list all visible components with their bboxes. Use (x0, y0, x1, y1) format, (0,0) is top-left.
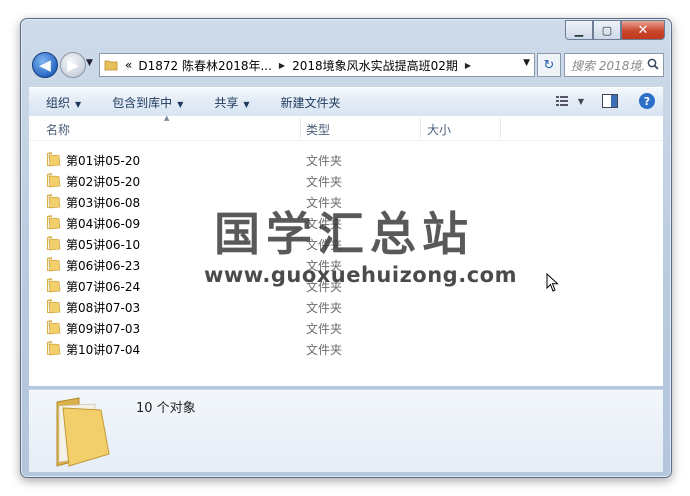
folder-icon (47, 173, 61, 188)
file-row[interactable]: 第06讲06-23 文件夹 (29, 254, 629, 275)
recent-locations-button[interactable]: ▼ (86, 58, 93, 68)
breadcrumb-separator-icon[interactable]: ▶ (461, 61, 475, 70)
column-headers: ▲ 名称 类型 大小 (29, 114, 663, 141)
breadcrumb-overflow[interactable]: « (122, 58, 135, 72)
help-button[interactable]: ? (639, 93, 655, 109)
preview-pane-icon[interactable] (599, 92, 621, 110)
folder-icon (47, 194, 61, 209)
chevron-down-icon: ▼ (75, 99, 82, 109)
file-row[interactable]: 第01讲05-20 文件夹 (29, 149, 629, 170)
file-type: 文件夹 (306, 301, 343, 315)
file-name: 第07讲06-24 (66, 280, 141, 294)
folder-icon (47, 152, 61, 167)
forward-button[interactable]: ▶ (60, 52, 86, 78)
file-name: 第10讲07-04 (66, 343, 141, 357)
folder-icon (47, 341, 61, 356)
close-button[interactable]: ✕ (621, 20, 665, 40)
details-pane: 10 个对象 (29, 389, 663, 472)
chevron-down-icon: ▼ (177, 99, 184, 109)
file-row[interactable]: 第05讲06-10 文件夹 (29, 233, 629, 254)
back-button[interactable]: ◀ (32, 52, 58, 78)
file-name: 第01讲05-20 (66, 154, 141, 168)
explorer-window: ▁ ▢ ✕ ◀ ▶ ▼ « D1872 陈春林2018年... ▶ 2018境象… (20, 18, 672, 478)
file-name: 第04讲06-09 (66, 217, 141, 231)
include-in-library-button[interactable]: 包含到库中 ▼ (95, 94, 197, 111)
file-row[interactable]: 第07讲06-24 文件夹 (29, 275, 629, 296)
forward-arrow-icon: ▶ (67, 56, 79, 74)
search-icon[interactable] (645, 58, 661, 73)
maximize-button[interactable]: ▢ (593, 20, 621, 40)
address-bar[interactable]: « D1872 陈春林2018年... ▶ 2018境象风水实战提高班02期 ▶… (99, 53, 535, 77)
file-type: 文件夹 (306, 322, 343, 336)
folder-icon (47, 236, 61, 251)
breadcrumb-item-parent[interactable]: D1872 陈春林2018年... (135, 57, 275, 74)
mouse-cursor-icon (546, 273, 559, 292)
chevron-down-icon: ▼ (243, 99, 250, 109)
folder-icon (47, 215, 61, 230)
breadcrumb-item-current[interactable]: 2018境象风水实战提高班02期 (289, 57, 461, 74)
file-type: 文件夹 (306, 154, 343, 168)
share-button[interactable]: 共享 ▼ (197, 94, 263, 111)
column-header-size[interactable]: 大小 (427, 121, 451, 138)
navigation-bar: ◀ ▶ ▼ « D1872 陈春林2018年... ▶ 2018境象风水实战提高… (29, 51, 664, 79)
item-count: 10 个对象 (136, 401, 196, 416)
column-divider[interactable] (300, 118, 301, 138)
column-divider[interactable] (500, 118, 501, 138)
file-row[interactable]: 第08讲07-03 文件夹 (29, 296, 629, 317)
file-type: 文件夹 (306, 238, 343, 252)
window-controls: ▁ ▢ ✕ (565, 20, 665, 40)
views-icon[interactable] (553, 92, 575, 110)
file-name: 第02讲05-20 (66, 175, 141, 189)
folder-icon (47, 320, 61, 335)
minimize-button[interactable]: ▁ (565, 20, 593, 40)
file-type: 文件夹 (306, 196, 343, 210)
file-type: 文件夹 (306, 175, 343, 189)
folder-icon (47, 278, 61, 293)
column-header-type[interactable]: 类型 (306, 121, 330, 138)
file-row[interactable]: 第02讲05-20 文件夹 (29, 170, 629, 191)
view-controls: ▼ ? (541, 92, 655, 110)
file-name: 第05讲06-10 (66, 238, 141, 252)
column-header-name[interactable]: 名称 (46, 121, 70, 138)
views-dropdown-icon[interactable]: ▼ (575, 92, 587, 110)
help-icon: ? (643, 94, 651, 108)
file-type: 文件夹 (306, 217, 343, 231)
back-arrow-icon: ◀ (39, 56, 51, 74)
file-row[interactable]: 第10讲07-04 文件夹 (29, 338, 629, 359)
address-dropdown-icon[interactable]: ▼ (523, 58, 530, 68)
file-name: 第09讲07-03 (66, 322, 141, 336)
folder-icon (47, 257, 61, 272)
new-folder-button[interactable]: 新建文件夹 (264, 94, 355, 111)
file-row[interactable]: 第09讲07-03 文件夹 (29, 317, 629, 338)
folder-icon (104, 60, 118, 71)
breadcrumb-separator-icon[interactable]: ▶ (275, 61, 289, 70)
organize-button[interactable]: 组织 ▼ (29, 94, 95, 111)
search-input[interactable]: 搜索 2018境... (565, 57, 645, 74)
file-row[interactable]: 第03讲06-08 文件夹 (29, 191, 629, 212)
file-type: 文件夹 (306, 259, 343, 273)
folder-icon (47, 299, 61, 314)
refresh-icon: ↻ (543, 57, 555, 73)
file-name: 第03讲06-08 (66, 196, 141, 210)
file-name: 第08讲07-03 (66, 301, 141, 315)
file-name: 第06讲06-23 (66, 259, 141, 273)
refresh-button[interactable]: ↻ (537, 53, 561, 77)
search-box[interactable]: 搜索 2018境... (564, 53, 664, 77)
file-type: 文件夹 (306, 280, 343, 294)
column-divider[interactable] (420, 118, 421, 138)
file-row[interactable]: 第04讲06-09 文件夹 (29, 212, 629, 233)
sort-ascending-icon: ▲ (164, 114, 170, 122)
command-bar: 组织 ▼ 包含到库中 ▼ 共享 ▼ 新建文件夹 ▼ ? (29, 87, 663, 117)
file-list: ▲ 名称 类型 大小 第01讲05-20 文件夹 第02讲05-20 文件夹 第03讲0… (29, 114, 663, 386)
file-type: 文件夹 (306, 343, 343, 357)
large-folder-icon (56, 397, 110, 467)
